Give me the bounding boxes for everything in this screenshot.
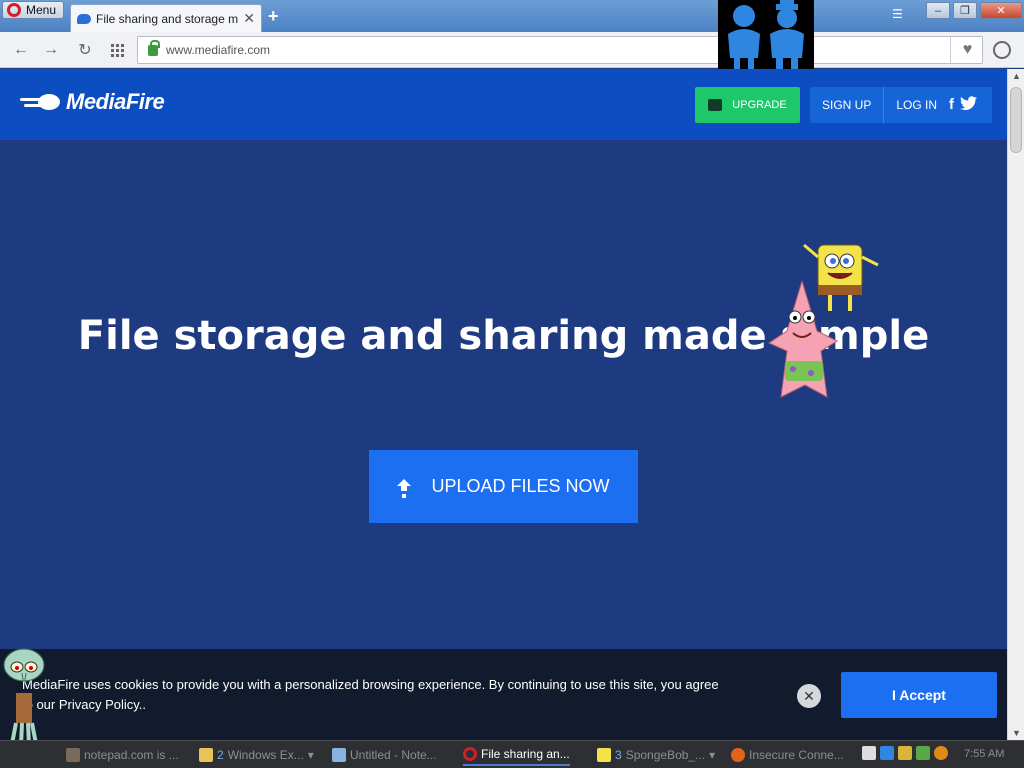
auth-button-group: SIGN UP LOG IN f bbox=[810, 87, 992, 123]
upload-arrow-icon bbox=[397, 478, 412, 495]
forward-arrow-icon[interactable]: → bbox=[42, 41, 60, 59]
taskbar-item-label: Windows Ex... bbox=[227, 748, 304, 762]
taskbar-item-notepad[interactable]: Untitled - Note... bbox=[332, 744, 437, 766]
upgrade-label: UPGRADE bbox=[732, 99, 787, 111]
mediafire-logo[interactable]: MediaFire bbox=[20, 89, 165, 115]
taskbar-item-notepad-com[interactable]: notepad.com is ... bbox=[66, 744, 179, 766]
opera-menu-button[interactable]: Menu bbox=[2, 1, 64, 19]
minimize-button[interactable]: – bbox=[926, 2, 950, 19]
tab-list-menu-icon[interactable]: ☰ bbox=[892, 7, 908, 21]
upload-label: UPLOAD FILES NOW bbox=[431, 476, 610, 496]
skype-icon[interactable] bbox=[880, 746, 894, 760]
mediafire-flame-icon bbox=[20, 91, 60, 113]
taskbar-item-count: 2 bbox=[217, 748, 224, 762]
mediafire-favicon-icon bbox=[77, 13, 91, 24]
site-header: MediaFire UPGRADE SIGN UP LOG IN f bbox=[0, 69, 1007, 140]
keyboard-icon[interactable] bbox=[862, 746, 876, 760]
speed-dial-grid-icon[interactable] bbox=[108, 41, 126, 59]
menu-label: Menu bbox=[26, 3, 57, 17]
signup-button[interactable]: SIGN UP bbox=[810, 87, 885, 123]
back-arrow-icon[interactable]: ← bbox=[12, 41, 30, 59]
cookie-consent-bar: MediaFire uses cookies to provide you wi… bbox=[0, 649, 1007, 740]
taskbar-item-windows-explorer[interactable]: 2 Windows Ex... ▾ bbox=[199, 744, 314, 766]
facebook-icon[interactable]: f bbox=[949, 96, 954, 115]
notepad-icon bbox=[332, 748, 346, 762]
bookmark-heart-icon[interactable]: ♥ bbox=[950, 36, 984, 64]
upgrade-box-icon bbox=[708, 99, 723, 111]
patrick-toy-image bbox=[767, 281, 839, 398]
url-text: www.mediafire.com bbox=[166, 43, 271, 57]
maximize-button[interactable]: ❐ bbox=[953, 2, 977, 19]
firefox-icon bbox=[731, 748, 745, 762]
taskbar-clock[interactable]: 7:55 AM bbox=[964, 748, 1004, 760]
navigation-bar: ← → ↻ www.mediafire.com ♥ bbox=[0, 32, 1024, 68]
taskbar-item-opera[interactable]: File sharing an... bbox=[463, 744, 570, 766]
cookie-message: MediaFire uses cookies to provide you wi… bbox=[22, 677, 719, 712]
upgrade-button[interactable]: UPGRADE bbox=[695, 87, 800, 123]
taskbar-item-firefox[interactable]: Insecure Conne... bbox=[731, 744, 844, 766]
tab-close-icon[interactable]: ✕ bbox=[243, 10, 255, 27]
reload-icon[interactable]: ↻ bbox=[76, 41, 94, 59]
taskbar-item-label: File sharing an... bbox=[481, 747, 570, 761]
profile-icon[interactable] bbox=[993, 41, 1011, 59]
scroll-thumb[interactable] bbox=[1010, 87, 1022, 153]
opera-logo-icon bbox=[7, 3, 21, 17]
new-tab-button[interactable]: + bbox=[268, 6, 279, 27]
search-icon[interactable] bbox=[934, 746, 948, 760]
windows-taskbar: notepad.com is ... 2 Windows Ex... ▾ Unt… bbox=[0, 740, 1024, 768]
taskbar-item-spongebob[interactable]: 3 SpongeBob_... ▾ bbox=[597, 744, 715, 766]
chevron-down-icon[interactable]: ▾ bbox=[308, 748, 314, 762]
tab-title: File sharing and storage made simple bbox=[96, 11, 239, 26]
hero-title: File storage and sharing made simple bbox=[77, 313, 930, 359]
logo-text: MediaFire bbox=[66, 89, 165, 114]
taskbar-item-count: 3 bbox=[615, 748, 622, 762]
window-controls: – ❐ ✕ bbox=[926, 2, 1022, 19]
taskbar-item-label: SpongeBob_... bbox=[625, 748, 706, 762]
scroll-up-icon[interactable]: ▲ bbox=[1012, 71, 1021, 81]
tab-mediafire[interactable]: File sharing and storage made simple ✕ bbox=[70, 4, 262, 32]
login-button[interactable]: LOG IN bbox=[884, 98, 937, 112]
cookie-close-icon[interactable]: ✕ bbox=[797, 684, 821, 708]
chevron-down-icon[interactable]: ▾ bbox=[709, 748, 715, 762]
shield-icon[interactable] bbox=[898, 746, 912, 760]
upload-files-button[interactable]: UPLOAD FILES NOW bbox=[369, 450, 638, 523]
folder-icon bbox=[199, 748, 213, 762]
close-window-button[interactable]: ✕ bbox=[980, 2, 1022, 19]
taskbar-item-label: Untitled - Note... bbox=[350, 748, 437, 762]
notepad-com-icon bbox=[66, 748, 80, 762]
kids-figures-image bbox=[718, 0, 814, 72]
accept-cookies-button[interactable]: I Accept bbox=[841, 672, 997, 718]
address-bar[interactable]: www.mediafire.com bbox=[137, 36, 983, 64]
secure-lock-icon bbox=[148, 39, 160, 56]
twitter-icon[interactable] bbox=[960, 95, 978, 115]
browser-titlebar: Menu File sharing and storage made simpl… bbox=[0, 0, 1024, 32]
spongebob-icon bbox=[597, 748, 611, 762]
social-links: f bbox=[949, 96, 978, 115]
page-scrollbar[interactable]: ▲ ▼ bbox=[1007, 69, 1024, 740]
mediafire-page: MediaFire UPGRADE SIGN UP LOG IN f File … bbox=[0, 69, 1007, 740]
system-tray bbox=[862, 746, 948, 760]
taskbar-item-label: notepad.com is ... bbox=[84, 748, 179, 762]
taskbar-item-label: Insecure Conne... bbox=[749, 748, 844, 762]
network-icon[interactable] bbox=[916, 746, 930, 760]
opera-icon bbox=[463, 747, 477, 761]
scroll-down-icon[interactable]: ▼ bbox=[1012, 728, 1021, 738]
